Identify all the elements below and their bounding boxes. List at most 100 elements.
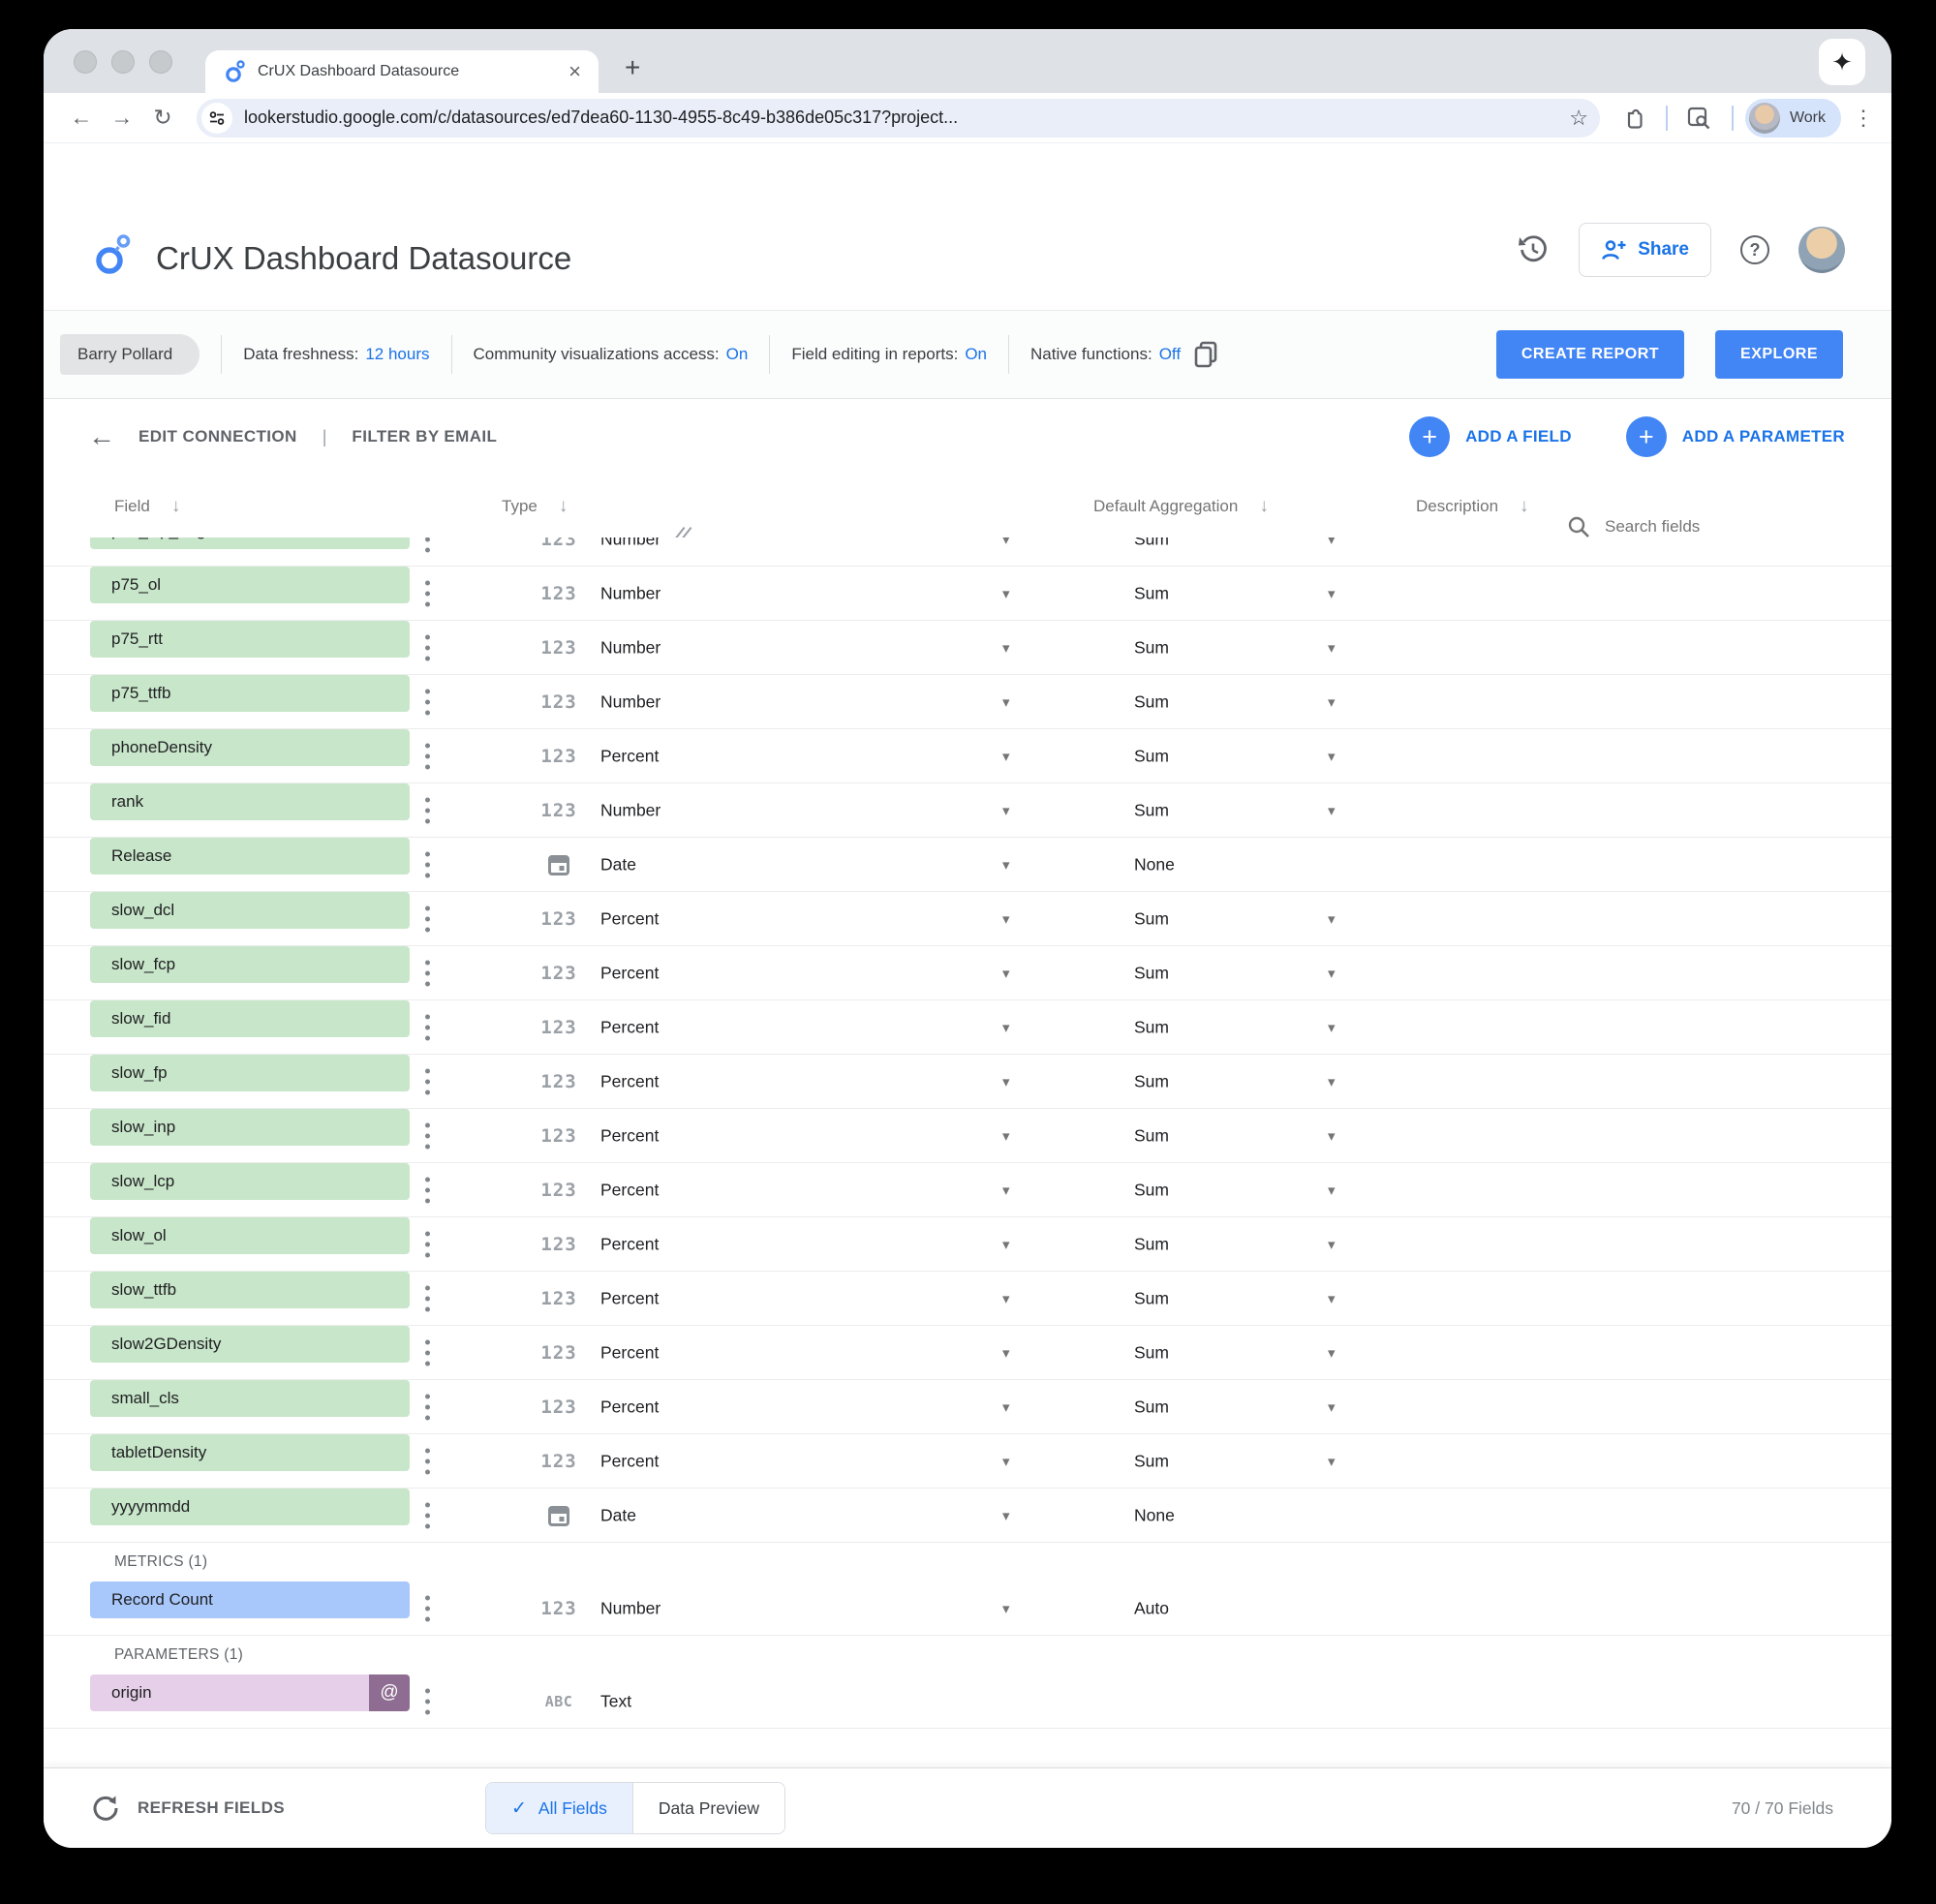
field-chip[interactable]: slow_fid xyxy=(90,1000,410,1037)
parameter-chip[interactable]: origin@ xyxy=(90,1674,410,1711)
type-dropdown-icon[interactable]: ▾ xyxy=(1002,965,1010,982)
field-chip[interactable]: p75_rtt xyxy=(90,621,410,658)
more-options-icon[interactable] xyxy=(425,1231,430,1257)
community-viz-access[interactable]: Community visualizations access:On xyxy=(474,345,749,364)
field-type[interactable]: Date xyxy=(600,854,636,875)
site-info-icon[interactable] xyxy=(201,103,232,134)
type-dropdown-icon[interactable]: ▾ xyxy=(1002,1344,1010,1362)
field-chip[interactable]: phoneDensity xyxy=(90,729,410,766)
address-bar[interactable]: lookerstudio.google.com/c/datasources/ed… xyxy=(197,99,1600,138)
field-chip[interactable]: slow_fp xyxy=(90,1055,410,1091)
profile-chip[interactable]: Work xyxy=(1745,99,1841,138)
aggregation-value[interactable]: Sum xyxy=(1134,1017,1169,1037)
add-parameter-button[interactable]: + ADD A PARAMETER xyxy=(1626,416,1845,457)
type-dropdown-icon[interactable]: ▾ xyxy=(1002,1127,1010,1145)
more-options-icon[interactable] xyxy=(425,1122,430,1149)
aggregation-dropdown-icon[interactable]: ▾ xyxy=(1328,1453,1336,1470)
column-field[interactable]: Field↓ xyxy=(114,496,180,517)
field-type[interactable]: Number xyxy=(600,691,661,712)
more-options-icon[interactable] xyxy=(425,1688,430,1714)
field-chip[interactable]: slow_ttfb xyxy=(90,1272,410,1308)
aggregation-value[interactable]: Sum xyxy=(1134,1071,1169,1091)
field-chip[interactable]: Release xyxy=(90,838,410,875)
field-type[interactable]: Percent xyxy=(600,1397,659,1417)
aggregation-dropdown-icon[interactable]: ▾ xyxy=(1328,585,1336,602)
forward-icon[interactable]: → xyxy=(102,105,142,131)
explore-button[interactable]: EXPLORE xyxy=(1715,330,1843,379)
aggregation-value[interactable]: Sum xyxy=(1134,1125,1169,1146)
aggregation-dropdown-icon[interactable]: ▾ xyxy=(1328,802,1336,819)
more-options-icon[interactable] xyxy=(425,851,430,877)
more-options-icon[interactable] xyxy=(425,960,430,986)
edit-connection-link[interactable]: EDIT CONNECTION xyxy=(138,427,297,446)
bookmark-star-icon[interactable]: ☆ xyxy=(1569,106,1588,131)
more-options-icon[interactable] xyxy=(425,1177,430,1203)
field-type[interactable]: Percent xyxy=(600,1180,659,1200)
filter-by-email-link[interactable]: FILTER BY EMAIL xyxy=(352,427,497,446)
aggregation-dropdown-icon[interactable]: ▾ xyxy=(1328,1073,1336,1090)
field-chip[interactable]: p75_ol xyxy=(90,567,410,603)
type-dropdown-icon[interactable]: ▾ xyxy=(1002,1507,1010,1524)
aggregation-value[interactable]: Sum xyxy=(1134,1451,1169,1471)
aggregation-dropdown-icon[interactable]: ▾ xyxy=(1328,1182,1336,1199)
aggregation-value[interactable]: Sum xyxy=(1134,1397,1169,1417)
type-dropdown-icon[interactable]: ▾ xyxy=(1002,537,1010,548)
copy-icon[interactable] xyxy=(1192,340,1219,369)
sparkle-icon[interactable]: ✦ xyxy=(1819,39,1865,85)
aggregation-value[interactable]: Sum xyxy=(1134,746,1169,766)
field-type[interactable]: Percent xyxy=(600,1451,659,1471)
aggregation-value[interactable]: Sum xyxy=(1134,637,1169,658)
field-type[interactable]: Number xyxy=(600,537,661,549)
reload-icon[interactable]: ↻ xyxy=(142,105,183,131)
data-preview-tab[interactable]: Data Preview xyxy=(632,1783,784,1833)
version-history-icon[interactable] xyxy=(1517,233,1550,266)
type-dropdown-icon[interactable]: ▾ xyxy=(1002,1073,1010,1090)
aggregation-dropdown-icon[interactable]: ▾ xyxy=(1328,965,1336,982)
aggregation-value[interactable]: Sum xyxy=(1134,537,1169,549)
more-options-icon[interactable] xyxy=(425,689,430,715)
type-dropdown-icon[interactable]: ▾ xyxy=(1002,802,1010,819)
more-options-icon[interactable] xyxy=(425,1394,430,1420)
type-dropdown-icon[interactable]: ▾ xyxy=(1002,1182,1010,1199)
more-options-icon[interactable] xyxy=(425,1595,430,1621)
type-dropdown-icon[interactable]: ▾ xyxy=(1002,693,1010,711)
aggregation-value[interactable]: Sum xyxy=(1134,908,1169,929)
more-options-icon[interactable] xyxy=(425,906,430,932)
aggregation-value[interactable]: Sum xyxy=(1134,583,1169,603)
field-chip[interactable]: slow2GDensity xyxy=(90,1326,410,1363)
field-type[interactable]: Percent xyxy=(600,963,659,983)
aggregation-value[interactable]: Sum xyxy=(1134,800,1169,820)
back-icon[interactable]: ← xyxy=(61,105,102,131)
aggregation-dropdown-icon[interactable]: ▾ xyxy=(1328,1019,1336,1036)
field-type[interactable]: Number xyxy=(600,637,661,658)
back-arrow-icon[interactable]: ← xyxy=(86,421,117,452)
refresh-icon[interactable] xyxy=(91,1794,120,1823)
aggregation-dropdown-icon[interactable]: ▾ xyxy=(1328,1236,1336,1253)
browser-menu-icon[interactable]: ⋮ xyxy=(1853,106,1874,131)
window-zoom-button[interactable] xyxy=(149,50,172,74)
more-options-icon[interactable] xyxy=(425,580,430,606)
field-type[interactable]: Number xyxy=(600,583,661,603)
window-close-button[interactable] xyxy=(74,50,97,74)
aggregation-dropdown-icon[interactable]: ▾ xyxy=(1328,1127,1336,1145)
aggregation-value[interactable]: Sum xyxy=(1134,1342,1169,1363)
aggregation-dropdown-icon[interactable]: ▾ xyxy=(1328,639,1336,657)
field-chip[interactable]: yyyymmdd xyxy=(90,1489,410,1525)
field-type[interactable]: Percent xyxy=(600,1234,659,1254)
type-dropdown-icon[interactable]: ▾ xyxy=(1002,910,1010,928)
type-dropdown-icon[interactable]: ▾ xyxy=(1002,585,1010,602)
type-dropdown-icon[interactable]: ▾ xyxy=(1002,1019,1010,1036)
field-type[interactable]: Percent xyxy=(600,1288,659,1308)
all-fields-tab[interactable]: ✓ All Fields xyxy=(486,1783,632,1833)
type-dropdown-icon[interactable]: ▾ xyxy=(1002,639,1010,657)
tab-close-icon[interactable]: × xyxy=(565,61,585,82)
aggregation-dropdown-icon[interactable]: ▾ xyxy=(1328,1398,1336,1416)
column-type[interactable]: Type↓ xyxy=(502,496,568,517)
more-options-icon[interactable] xyxy=(425,743,430,769)
more-options-icon[interactable] xyxy=(425,1014,430,1040)
more-options-icon[interactable] xyxy=(425,634,430,660)
aggregation-dropdown-icon[interactable]: ▾ xyxy=(1328,1344,1336,1362)
column-aggregation[interactable]: Default Aggregation↓ xyxy=(1093,496,1269,517)
refresh-fields-button[interactable]: REFRESH FIELDS xyxy=(138,1798,285,1818)
more-options-icon[interactable] xyxy=(425,797,430,823)
